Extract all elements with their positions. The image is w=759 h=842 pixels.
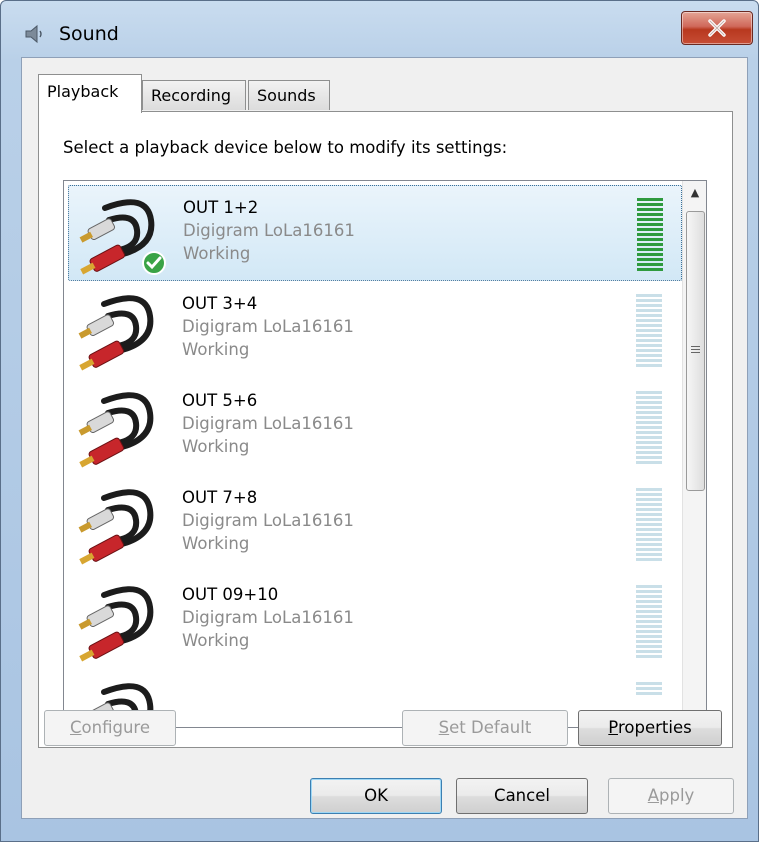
set-default-button[interactable]: Set Default bbox=[402, 710, 568, 746]
vertical-scrollbar[interactable]: ▲ ▼ bbox=[682, 181, 706, 727]
default-check-icon bbox=[141, 250, 167, 280]
device-row[interactable]: OUT 5+6 Digigram LoLa16161 Working bbox=[68, 379, 682, 475]
device-driver: Digigram LoLa16161 bbox=[182, 608, 354, 627]
scroll-thumb[interactable] bbox=[686, 211, 705, 491]
device-driver: Digigram LoLa16161 bbox=[182, 317, 354, 336]
device-driver: Digigram LoLa16161 bbox=[183, 221, 355, 240]
device-status: Working bbox=[182, 437, 250, 456]
device-name: OUT 1+2 bbox=[183, 198, 259, 217]
properties-label: roperties bbox=[617, 718, 692, 737]
rca-cable-icon bbox=[74, 286, 166, 372]
level-meter bbox=[636, 585, 662, 658]
dialog-client-area: Playback Recording Sounds Select a playb… bbox=[21, 57, 748, 819]
rca-cable-icon bbox=[74, 577, 166, 663]
rca-cable-icon bbox=[74, 383, 166, 469]
rca-cable-icon bbox=[74, 480, 166, 566]
close-icon bbox=[708, 19, 726, 37]
tab-sounds[interactable]: Sounds bbox=[248, 80, 330, 110]
device-name: OUT 7+8 bbox=[182, 488, 258, 507]
configure-mnemonic: C bbox=[70, 718, 82, 737]
level-meter bbox=[636, 391, 662, 464]
rca-cable-icon bbox=[75, 190, 167, 276]
device-name: OUT 3+4 bbox=[182, 294, 258, 313]
device-driver: Digigram LoLa16161 bbox=[182, 511, 354, 530]
apply-button[interactable]: Apply bbox=[608, 778, 734, 814]
device-row[interactable]: OUT 1+2 Digigram LoLa16161 Working bbox=[68, 185, 682, 281]
device-row[interactable]: OUT 3+4 Digigram LoLa16161 Working bbox=[68, 282, 682, 378]
level-meter bbox=[636, 488, 662, 561]
device-row[interactable]: OUT 7+8 Digigram LoLa16161 Working bbox=[68, 476, 682, 572]
instruction-text: Select a playback device below to modify… bbox=[63, 138, 508, 157]
configure-label: onfigure bbox=[81, 718, 150, 737]
device-status: Working bbox=[183, 244, 251, 263]
device-status: Working bbox=[182, 631, 250, 650]
tab-recording[interactable]: Recording bbox=[142, 80, 246, 110]
set-default-label: et Default bbox=[449, 718, 532, 737]
tab-playback[interactable]: Playback bbox=[38, 74, 142, 113]
device-list[interactable]: OUT 1+2 Digigram LoLa16161 Working OUT 3… bbox=[63, 180, 707, 728]
scroll-grip-icon bbox=[691, 346, 700, 355]
speaker-icon bbox=[23, 23, 47, 49]
configure-button[interactable]: Configure bbox=[44, 710, 176, 746]
level-meter bbox=[636, 294, 662, 367]
device-name: OUT 5+6 bbox=[182, 391, 258, 410]
title-bar[interactable]: Sound bbox=[1, 1, 758, 45]
device-status: Working bbox=[182, 534, 250, 553]
level-meter bbox=[637, 198, 663, 271]
device-name: OUT 09+10 bbox=[182, 585, 279, 604]
properties-mnemonic: P bbox=[608, 718, 618, 737]
device-row[interactable]: OUT 09+10 Digigram LoLa16161 Working bbox=[68, 573, 682, 669]
cancel-button[interactable]: Cancel bbox=[456, 778, 588, 814]
playback-panel: Select a playback device below to modify… bbox=[38, 111, 733, 748]
device-driver: Digigram LoLa16161 bbox=[182, 414, 354, 433]
sound-dialog: Sound Playback Recording Sounds Select a… bbox=[0, 0, 759, 842]
window-title: Sound bbox=[59, 23, 119, 45]
set-default-mnemonic: S bbox=[438, 718, 450, 737]
ok-button[interactable]: OK bbox=[310, 778, 442, 814]
close-button[interactable] bbox=[681, 11, 753, 45]
properties-button[interactable]: Properties bbox=[578, 710, 722, 746]
device-status: Working bbox=[182, 340, 250, 359]
apply-mnemonic: A bbox=[647, 786, 659, 805]
apply-label: pply bbox=[659, 786, 695, 805]
scroll-up-arrow-icon[interactable]: ▲ bbox=[683, 181, 706, 205]
